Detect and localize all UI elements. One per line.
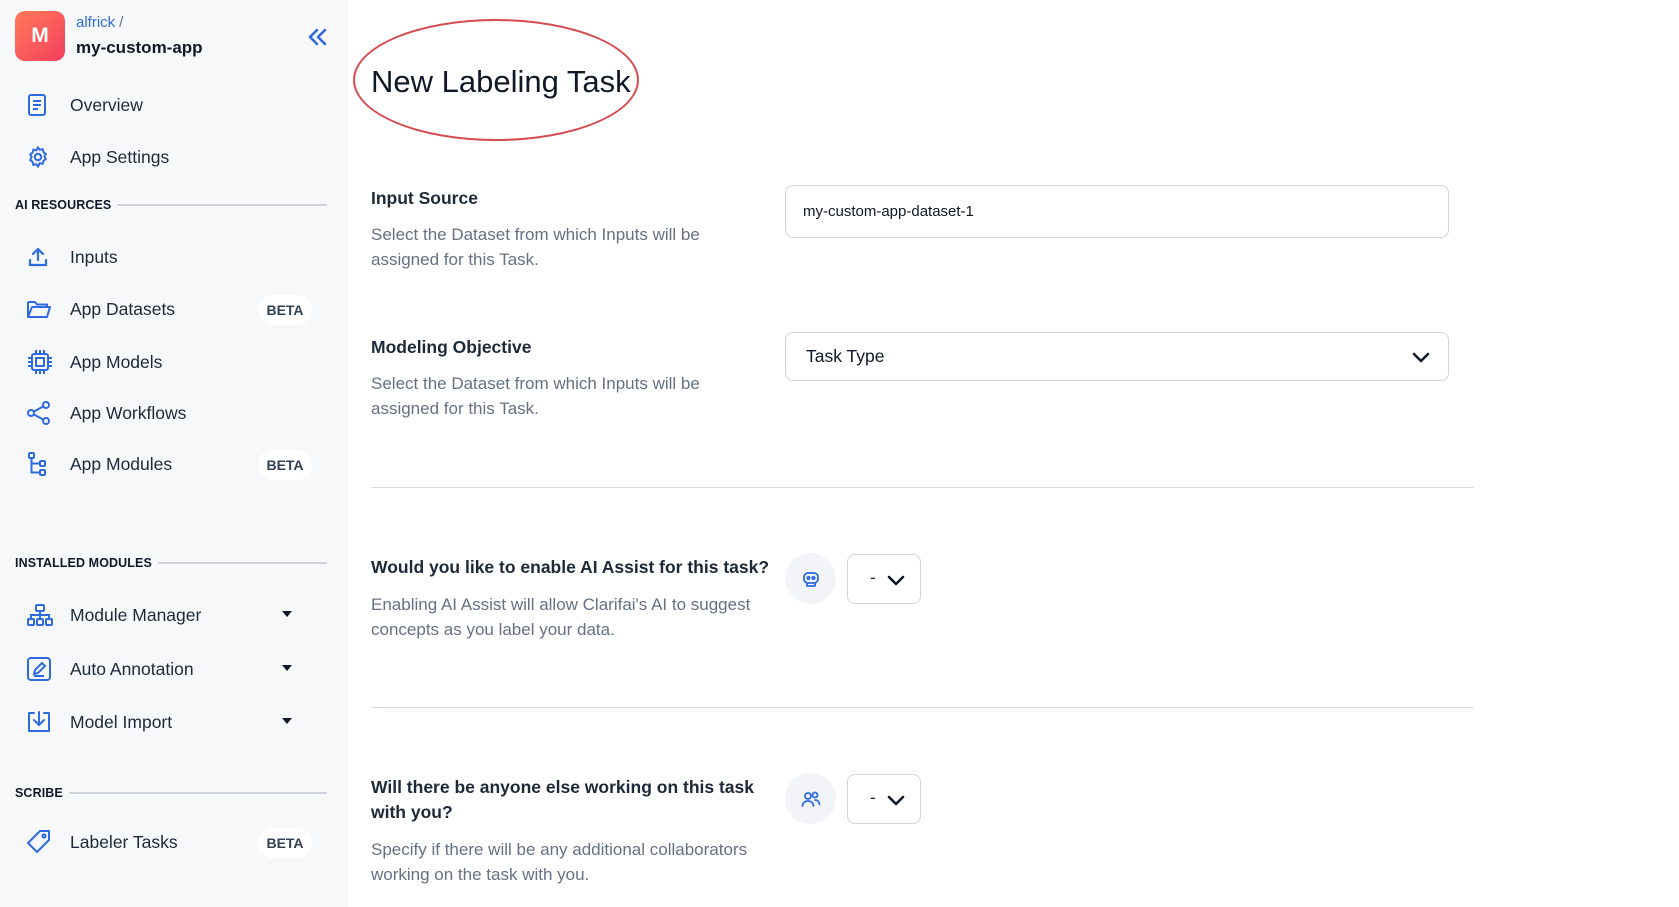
hierarchy-icon [26,601,62,629]
section-heading-scribe: SCRIBE [15,786,327,800]
sidebar-item-app-settings[interactable]: App Settings [26,136,316,178]
caret-down-icon[interactable] [282,665,292,671]
org-link[interactable]: alfrick [76,14,115,31]
sidebar-item-label: Labeler Tasks [70,831,178,852]
sidebar-item-label: App Datasets [70,298,176,319]
collaborators-select-value: - [870,788,876,807]
page-title: New Labeling Task [371,64,631,99]
task-type-select-value: Task Type [806,346,885,366]
caret-down-icon[interactable] [282,611,292,617]
chevron-down-icon [1412,352,1430,363]
breadcrumb-separator: / [119,14,124,31]
sidebar-item-app-datasets[interactable]: App Datasets BETA [26,288,316,330]
input-source-description-line1: Select the Dataset from which Inputs wil… [371,225,700,244]
ai-assist-select-value: - [870,568,876,587]
input-source-field[interactable] [785,185,1449,238]
sidebar-item-label: App Modules [70,453,173,474]
document-icon [26,91,62,119]
tag-icon [26,828,62,856]
beta-badge: BETA [258,450,312,480]
section-heading-label: AI RESOURCES [15,198,112,212]
sidebar-item-model-import[interactable]: Model Import [26,701,316,743]
sidebar-item-label: Auto Annotation [70,658,194,679]
chevron-down-icon [887,795,905,806]
section-divider [117,204,327,206]
ai-assist-description-line1: Enabling AI Assist will allow Clarifai's… [371,595,751,614]
section-divider [371,487,1474,488]
section-heading-label: INSTALLED MODULES [15,556,152,570]
sidebar-item-app-modules[interactable]: App Modules BETA [26,443,316,485]
ai-assist-select[interactable]: - [847,554,921,604]
input-source-description-line2: assigned for this Task. [371,250,539,269]
section-divider [157,562,327,564]
ai-assist-label: Would you like to enable AI Assist for t… [371,557,770,577]
edit-box-icon [26,655,62,683]
sidebar-item-label: App Settings [70,146,170,167]
caret-down-icon[interactable] [282,718,292,724]
sidebar-item-label: App Workflows [70,402,187,423]
users-icon [801,791,820,807]
app-name[interactable]: my-custom-app [76,38,203,58]
robot-icon [802,571,819,587]
breadcrumb: alfrick / [76,14,123,31]
input-source-label: Input Source [371,188,478,208]
modeling-objective-description-line2: assigned for this Task. [371,399,539,418]
sidebar-item-module-manager[interactable]: Module Manager [26,594,316,636]
collaborators-description-line1: Specify if there will be any additional … [371,840,748,859]
collaborators-icon-badge [785,773,836,824]
sidebar: M alfrick / my-custom-app Overview App Se… [0,0,348,907]
section-heading-label: SCRIBE [15,786,63,800]
sidebar-item-labeler-tasks[interactable]: Labeler Tasks BETA [26,821,316,863]
section-heading-ai-resources: AI RESOURCES [15,198,327,212]
chevron-down-icon [887,575,905,586]
sidebar-item-app-workflows[interactable]: App Workflows [26,392,316,434]
collaborators-label-line1: Will there be anyone else working on thi… [371,777,754,797]
sidebar-item-label: App Models [70,351,163,372]
collaborators-description-line2: working on the task with you. [371,865,590,884]
upload-icon [26,243,62,271]
sidebar-item-label: Inputs [70,246,118,267]
sidebar-item-label: Overview [70,94,143,115]
tree-icon [26,450,62,478]
sidebar-item-auto-annotation[interactable]: Auto Annotation [26,648,316,690]
beta-badge: BETA [258,295,312,325]
section-heading-installed-modules: INSTALLED MODULES [15,556,327,570]
modeling-objective-description-line1: Select the Dataset from which Inputs wil… [371,374,700,393]
ai-assist-icon-badge [785,553,836,604]
sidebar-item-inputs[interactable]: Inputs [26,236,316,278]
collaborators-select[interactable]: - [847,774,921,824]
chip-icon [26,348,62,376]
sidebar-item-label: Model Import [70,711,173,732]
sidebar-item-overview[interactable]: Overview [26,84,316,126]
collaborators-label-line2: with you? [371,802,453,822]
section-divider [371,707,1474,708]
sidebar-item-label: Module Manager [70,604,202,625]
ai-assist-description-line2: concepts as you label your data. [371,620,615,639]
double-chevron-left-icon [308,28,327,46]
sidebar-item-app-models[interactable]: App Models [26,341,316,383]
task-type-select[interactable]: Task Type [785,332,1449,381]
modeling-objective-label: Modeling Objective [371,337,532,357]
section-divider [68,792,327,794]
beta-badge: BETA [258,828,312,858]
import-icon [26,708,62,736]
gear-icon [26,143,62,171]
folder-icon [26,295,62,323]
share-nodes-icon [26,399,62,427]
app-avatar[interactable]: M [15,11,65,61]
collapse-sidebar-button[interactable] [302,22,332,52]
